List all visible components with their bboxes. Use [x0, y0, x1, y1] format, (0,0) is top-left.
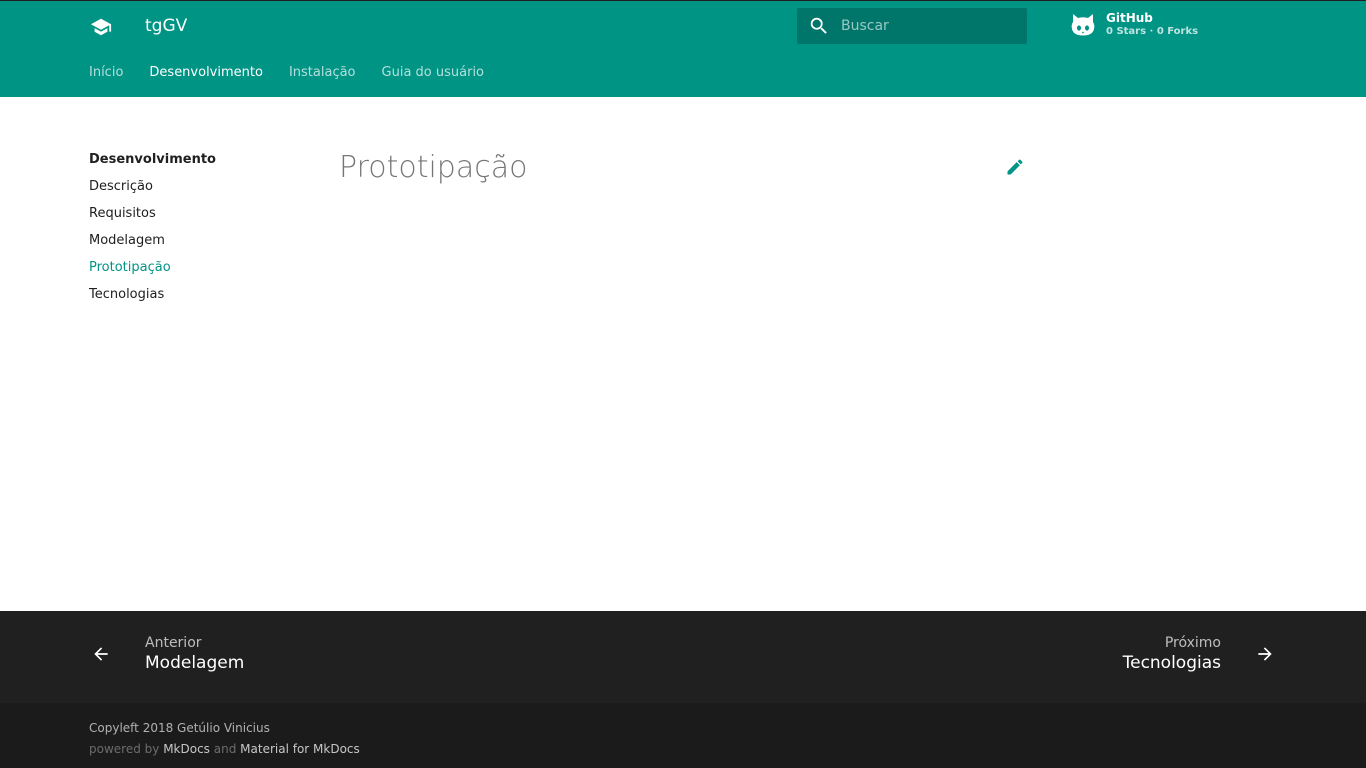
sidebar-item-prototipacao[interactable]: Prototipação [89, 260, 216, 287]
tabs: Início Desenvolvimento Instalação Guia d… [89, 65, 510, 80]
footer-meta: Copyleft 2018 Getúlio Vinicius powered b… [0, 703, 1366, 768]
sidebar-title: Desenvolvimento [89, 152, 216, 167]
sidebar-item-requisitos[interactable]: Requisitos [89, 206, 216, 233]
tab-desenvolvimento[interactable]: Desenvolvimento [149, 65, 263, 80]
search-input[interactable] [841, 18, 1011, 34]
site-header: tgGV GitHub 0 Stars · 0 Forks Início Des… [0, 0, 1366, 97]
prev-page-link[interactable]: Anterior Modelagem [89, 635, 244, 674]
powered-by-label: powered by [89, 742, 160, 756]
tab-guia-do-usuario[interactable]: Guia do usuário [382, 65, 485, 80]
search-box[interactable] [797, 8, 1027, 44]
arrow-right-icon [1253, 642, 1277, 666]
and-label: and [213, 742, 237, 756]
tab-inicio[interactable]: Início [89, 65, 123, 80]
tab-instalacao[interactable]: Instalação [289, 65, 356, 80]
next-direction-label: Próximo [1164, 635, 1221, 651]
site-title[interactable]: tgGV [145, 16, 187, 36]
school-icon[interactable] [89, 15, 113, 39]
prev-page-title: Modelagem [145, 652, 245, 673]
copyright: Copyleft 2018 Getúlio Vinicius powered b… [89, 718, 360, 760]
powered-by-line: powered by MkDocs and Material for MkDoc… [89, 739, 360, 760]
arrow-left-icon [89, 642, 113, 666]
prev-direction-label: Anterior [145, 635, 202, 651]
mkdocs-link[interactable]: MkDocs [163, 742, 210, 756]
repo-link[interactable]: GitHub 0 Stars · 0 Forks [1068, 10, 1198, 40]
sidebar-item-descricao[interactable]: Descrição [89, 179, 216, 206]
page-title: Prototipação [339, 150, 528, 185]
footer-nav: Anterior Modelagem Próximo Tecnologias [0, 611, 1366, 703]
next-page-text: Próximo Tecnologias [1123, 635, 1221, 674]
sidebar-item-modelagem[interactable]: Modelagem [89, 233, 216, 260]
repo-stats: 0 Stars · 0 Forks [1106, 26, 1199, 38]
sidebar-nav: Desenvolvimento Descrição Requisitos Mod… [89, 152, 216, 314]
material-for-mkdocs-link[interactable]: Material for MkDocs [240, 742, 360, 756]
copyright-text: Copyleft 2018 Getúlio Vinicius [89, 721, 270, 735]
next-page-link[interactable]: Próximo Tecnologias [1123, 635, 1277, 674]
octocat-icon [1068, 10, 1098, 40]
repo-name: GitHub [1106, 11, 1153, 26]
prev-page-text: Anterior Modelagem [145, 635, 244, 674]
main-content: Prototipação [339, 150, 1029, 185]
pencil-icon[interactable] [1003, 155, 1027, 179]
search-icon [797, 8, 841, 44]
sidebar-item-tecnologias[interactable]: Tecnologias [89, 287, 216, 314]
next-page-title: Tecnologias [1122, 652, 1221, 673]
repo-info: GitHub 0 Stars · 0 Forks [1106, 11, 1199, 38]
